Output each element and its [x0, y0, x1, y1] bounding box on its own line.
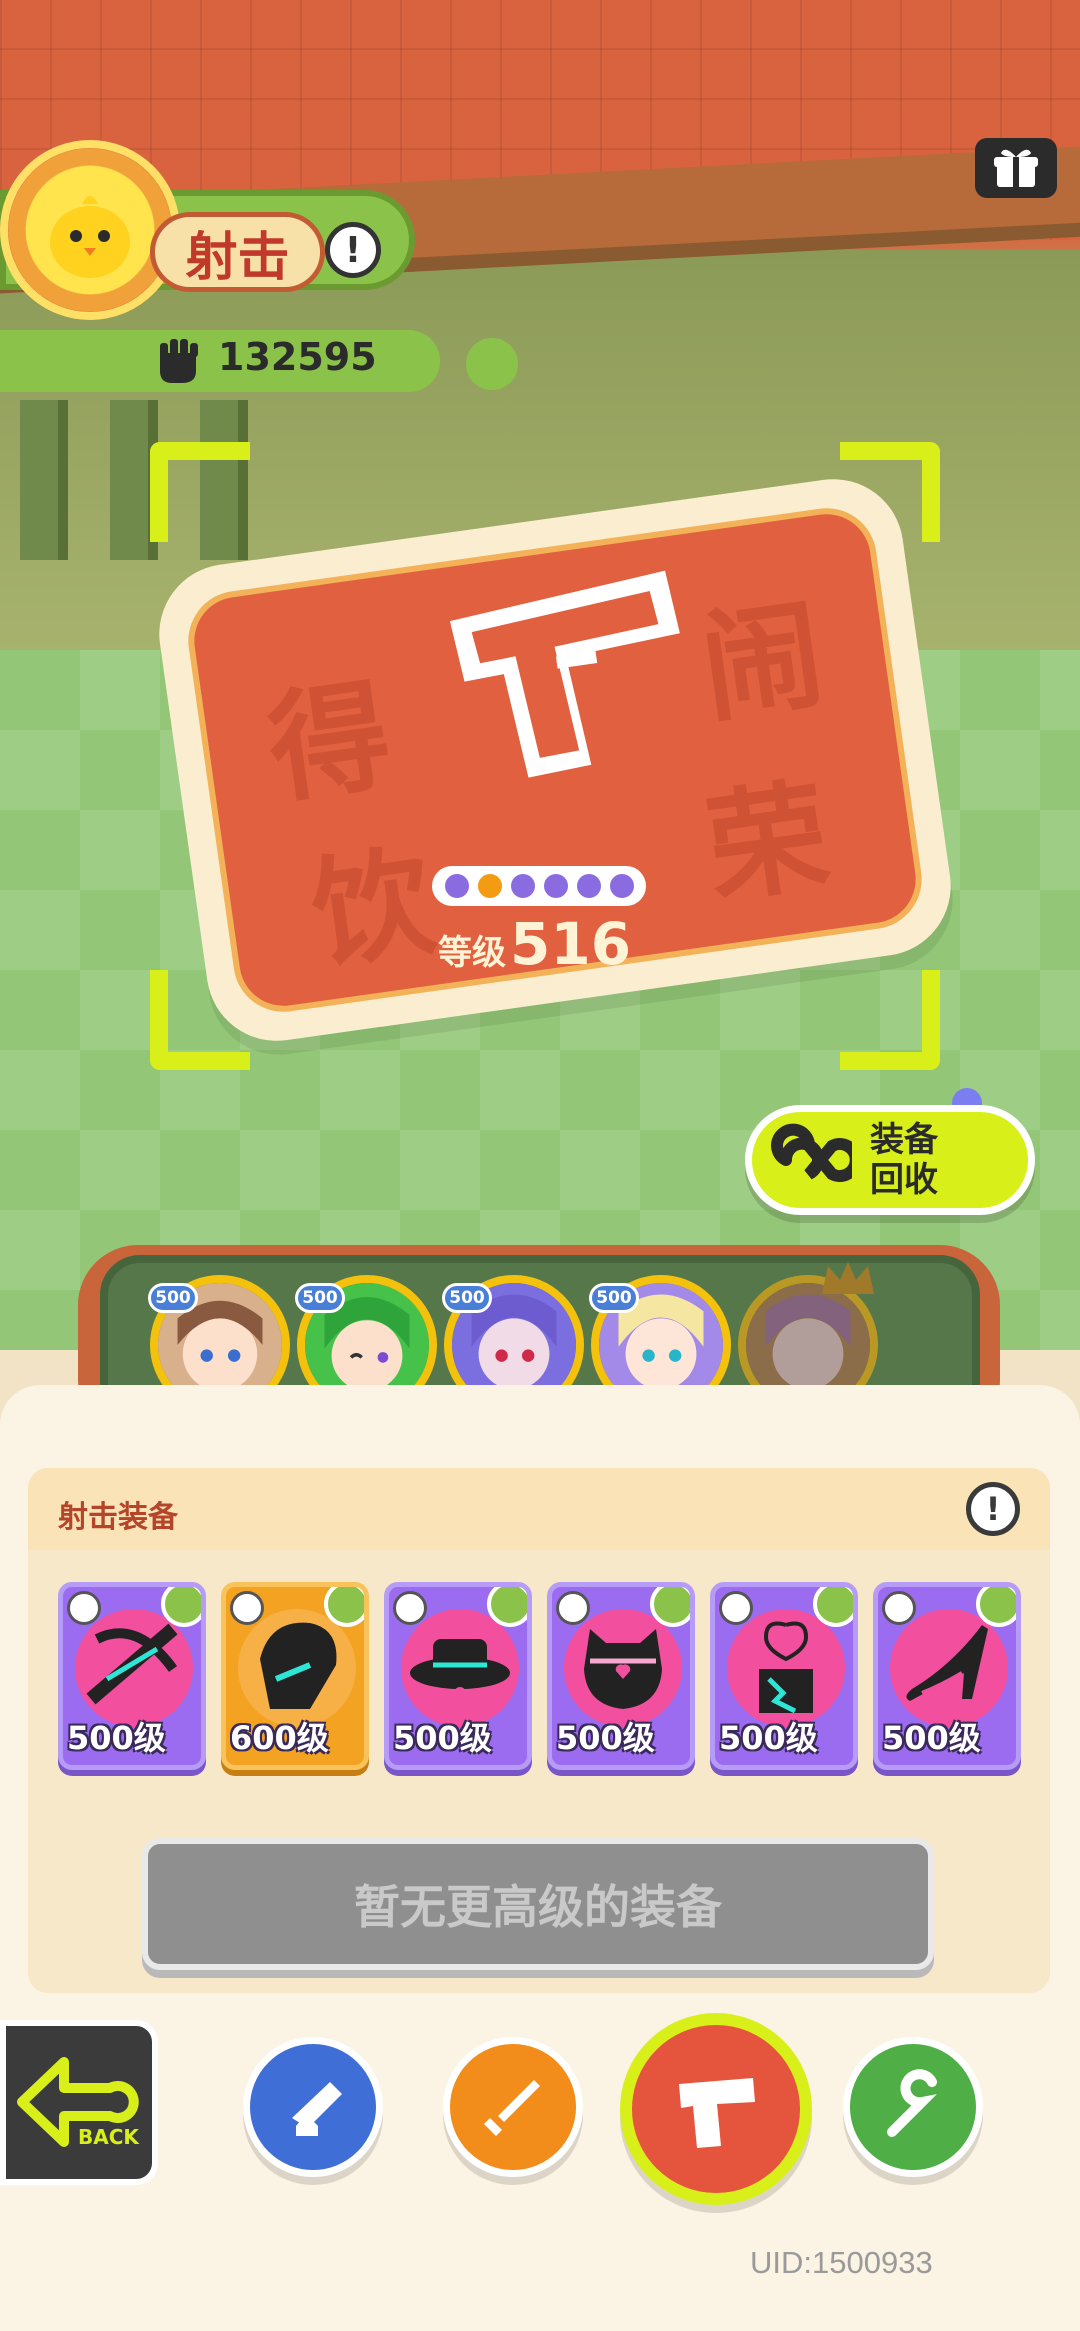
nav-cannon-button[interactable] [243, 2037, 383, 2177]
decorative-dot [466, 338, 518, 390]
equipment-card-amulet[interactable]: 500级 [710, 1582, 858, 1770]
sword-icon [484, 2080, 540, 2136]
hat-icon [410, 1639, 510, 1699]
gun-badge-icon [67, 1591, 101, 1625]
hero-level-badge: 500 [295, 1283, 345, 1313]
chick-icon [50, 196, 130, 278]
weapon-level: 等级 516 [438, 910, 631, 978]
level-prefix: 等级 [438, 933, 506, 973]
hero-level-badge: 500 [589, 1283, 639, 1313]
staff-icon [887, 2069, 937, 2137]
hero-level-badge: 500 [148, 1283, 198, 1313]
equipment-card-glove[interactable]: 600级 [221, 1582, 369, 1770]
gun-badge-icon [556, 1591, 590, 1625]
back-label: BACK [78, 2125, 140, 2149]
fence-post [20, 400, 68, 560]
equipment-header [28, 1468, 1050, 1550]
equipment-card-heel-shoe[interactable]: 500级 [873, 1582, 1021, 1770]
equipment-level: 500级 [556, 1719, 655, 1757]
nav-sword-button[interactable] [443, 2037, 583, 2177]
equipment-level: 500级 [882, 1719, 981, 1757]
recycle-icon [771, 1123, 852, 1182]
weapon-type-label: 射击 [150, 212, 325, 292]
card-watermark: 得 [260, 666, 399, 821]
info-icon[interactable]: ! [325, 222, 381, 278]
player-avatar[interactable] [0, 140, 180, 320]
star-dot [576, 874, 601, 898]
gun-badge-icon [230, 1591, 264, 1625]
glove-icon [260, 1622, 337, 1709]
chick-badge-icon [813, 1587, 853, 1627]
card-watermark: 饮 [303, 832, 443, 987]
equipment-level: 500级 [393, 1719, 492, 1757]
equipment-card-hat[interactable]: 500级 [384, 1582, 532, 1770]
star-dot [510, 874, 535, 898]
gun-icon [449, 570, 680, 778]
gun-badge-icon [719, 1591, 753, 1625]
armor-icon [584, 1629, 662, 1709]
recycle-button[interactable]: 装备回收 [745, 1105, 1035, 1215]
star-dot [444, 874, 469, 898]
focus-bracket-top-left [150, 442, 250, 542]
equipment-level: 600级 [230, 1719, 329, 1757]
chick-badge-icon [324, 1587, 364, 1627]
gift-icon[interactable] [975, 138, 1057, 198]
chick-badge-icon [650, 1587, 690, 1627]
info-icon[interactable]: ! [966, 1482, 1020, 1536]
equipment-title: 射击装备 [58, 1500, 178, 1535]
gun-icon [679, 2078, 755, 2148]
crown-icon [822, 1262, 874, 1294]
nav-staff-button[interactable] [843, 2037, 983, 2177]
equipment-level: 500级 [719, 1719, 818, 1757]
chick-badge-icon [161, 1587, 201, 1627]
chick-badge-icon [976, 1587, 1016, 1627]
user-id: UID:1500933 [750, 2245, 933, 2280]
equipment-level: 500级 [67, 1719, 166, 1757]
cannon-icon [292, 2082, 342, 2136]
card-watermark: 闹 [693, 585, 832, 740]
amulet-icon [759, 1621, 813, 1714]
gun-badge-icon [393, 1591, 427, 1625]
equipment-card-armor[interactable]: 500级 [547, 1582, 695, 1770]
recycle-label: 装备回收 [870, 1120, 938, 1200]
heel-shoe-icon [906, 1625, 988, 1701]
card-watermark: 荣 [698, 766, 837, 921]
back-button[interactable]: BACK [0, 2020, 158, 2185]
nav-gun-button-active[interactable] [620, 2013, 812, 2205]
crossbow-icon [86, 1623, 178, 1705]
chick-badge-icon [487, 1587, 527, 1627]
gun-badge-icon [882, 1591, 916, 1625]
fist-icon [160, 339, 198, 383]
power-value: 132595 [218, 335, 377, 379]
star-rating [432, 866, 646, 906]
star-dot [543, 874, 568, 898]
back-arrow-icon: BACK [17, 2057, 140, 2149]
star-dot [609, 874, 634, 898]
no-better-equipment-button[interactable]: 暂无更高级的装备 [142, 1838, 934, 1970]
equipment-card-crossbow[interactable]: 500级 [58, 1582, 206, 1770]
star-dot-active [477, 874, 502, 898]
level-value: 516 [510, 910, 632, 978]
focus-bracket-bottom-right [840, 970, 940, 1070]
hero-level-badge: 500 [442, 1283, 492, 1313]
